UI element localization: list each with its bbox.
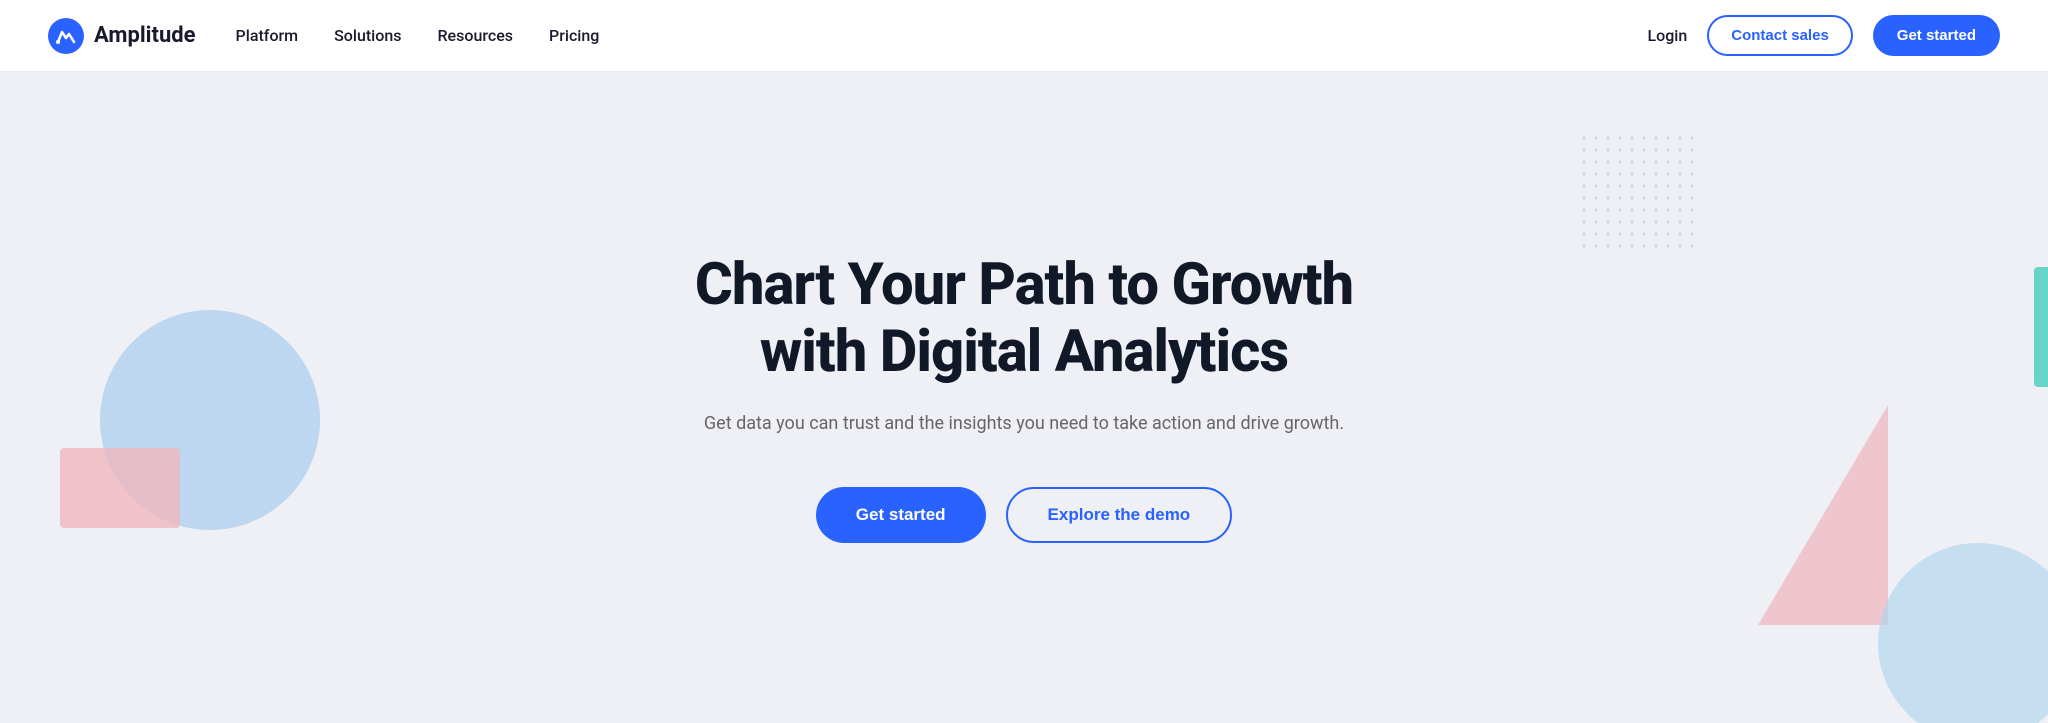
hero-buttons: Get started Explore the demo [644, 487, 1404, 543]
login-link[interactable]: Login [1647, 26, 1687, 45]
hero-get-started-button[interactable]: Get started [816, 487, 986, 543]
nav-link-pricing[interactable]: Pricing [549, 26, 599, 45]
logo-link[interactable]: Amplitude [48, 18, 196, 54]
decorative-rect-pink [60, 448, 180, 528]
nav-right: Login Contact sales Get started [1647, 15, 2000, 56]
decorative-bar-teal [2034, 267, 2048, 387]
amplitude-logo-icon [48, 18, 84, 54]
hero-content: Chart Your Path to Growth with Digital A… [644, 252, 1404, 542]
brand-name: Amplitude [94, 23, 196, 48]
contact-sales-button[interactable]: Contact sales [1707, 15, 1853, 56]
navbar: Amplitude Platform Solutions Resources P… [0, 0, 2048, 72]
hero-section: Chart Your Path to Growth with Digital A… [0, 72, 2048, 723]
nav-link-solutions[interactable]: Solutions [334, 26, 401, 45]
nav-link-resources[interactable]: Resources [437, 26, 513, 45]
get-started-nav-button[interactable]: Get started [1873, 15, 2000, 56]
nav-link-platform[interactable]: Platform [236, 26, 299, 45]
hero-explore-demo-button[interactable]: Explore the demo [1006, 487, 1233, 543]
decorative-dots [1578, 132, 1698, 252]
decorative-triangle-pink [1758, 405, 1888, 625]
hero-title: Chart Your Path to Growth with Digital A… [644, 252, 1404, 385]
hero-subtitle: Get data you can trust and the insights … [644, 410, 1404, 439]
nav-links: Platform Solutions Resources Pricing [236, 26, 1648, 45]
decorative-circle-blue-right [1878, 543, 2048, 723]
